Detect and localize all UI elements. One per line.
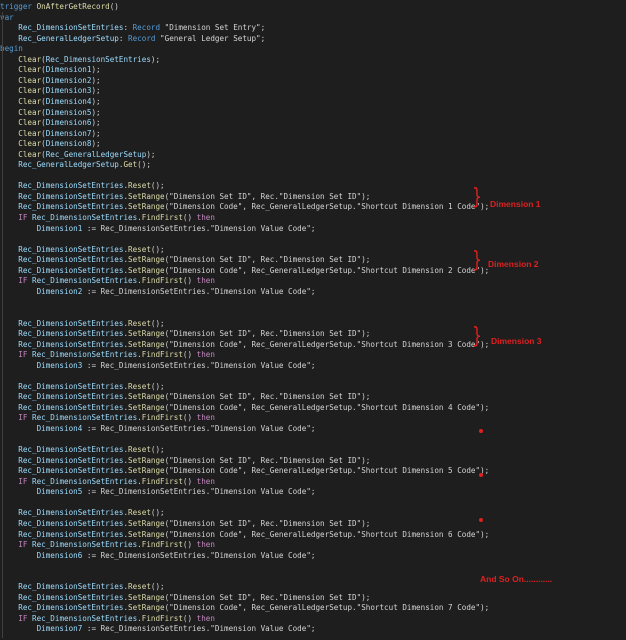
code-line: Clear(Dimension6); xyxy=(0,118,101,128)
code-line: Rec_DimensionSetEntries.Reset(); xyxy=(0,244,165,254)
indent-guide xyxy=(2,12,3,638)
code-line: Dimension6 := Rec_DimensionSetEntries."D… xyxy=(0,550,316,560)
code-line: Clear(Dimension7); xyxy=(0,128,101,138)
brace-dimension-3: } xyxy=(472,324,482,349)
code-line: Dimension7 := Rec_DimensionSetEntries."D… xyxy=(0,624,316,634)
code-line: Dimension2 := Rec_DimensionSetEntries."D… xyxy=(0,286,316,296)
code-line: Clear(Dimension2); xyxy=(0,75,101,85)
code-editor[interactable]: trigger OnAfterGetRecord() var Rec_Dimens… xyxy=(0,0,626,640)
code-line: IF Rec_DimensionSetEntries.FindFirst() t… xyxy=(0,613,215,623)
brace-dimension-2: } xyxy=(472,248,482,273)
code-line: Rec_GeneralLedgerSetup.Get(); xyxy=(0,160,151,170)
annotation-dimension-2: Dimension 2 xyxy=(488,259,539,269)
code-line: Clear(Dimension1); xyxy=(0,65,101,75)
code-line: Rec_DimensionSetEntries.SetRange("Dimens… xyxy=(0,339,490,349)
code-line: Rec_DimensionSetEntries.SetRange("Dimens… xyxy=(0,603,490,613)
code-line: Clear(Dimension8); xyxy=(0,139,101,149)
code-line: Rec_DimensionSetEntries.SetRange("Dimens… xyxy=(0,392,371,402)
code-line: Rec_DimensionSetEntries.Reset(); xyxy=(0,582,165,592)
code-line: Rec_DimensionSetEntries.SetRange("Dimens… xyxy=(0,265,490,275)
brace-dimension-1: } xyxy=(472,185,482,210)
code-line: IF Rec_DimensionSetEntries.FindFirst() t… xyxy=(0,213,215,222)
code-line: Dimension1 := Rec_DimensionSetEntries."D… xyxy=(0,223,316,233)
code-line: Rec_DimensionSetEntries.SetRange("Dimens… xyxy=(0,529,490,539)
code-line: Rec_DimensionSetEntries.SetRange("Dimens… xyxy=(0,592,371,602)
code-line: Rec_DimensionSetEntries.SetRange("Dimens… xyxy=(0,202,490,212)
code-line: Clear(Dimension5); xyxy=(0,107,101,117)
code-line: Dimension5 := Rec_DimensionSetEntries."D… xyxy=(0,487,316,497)
code-line: IF Rec_DimensionSetEntries.FindFirst() t… xyxy=(0,476,215,486)
code-line: Rec_DimensionSetEntries.SetRange("Dimens… xyxy=(0,402,490,412)
code-line: Rec_DimensionSetEntries.SetRange("Dimens… xyxy=(0,518,371,528)
code-line: Clear(Rec_DimensionSetEntries); xyxy=(0,54,161,64)
code-line: IF Rec_DimensionSetEntries.FindFirst() t… xyxy=(0,276,215,286)
code-line: Rec_DimensionSetEntries: Record "Dimensi… xyxy=(0,23,266,33)
code-line: IF Rec_DimensionSetEntries.FindFirst() t… xyxy=(0,350,215,360)
code-line: Rec_DimensionSetEntries.Reset(); xyxy=(0,508,165,518)
annotation-and-so-on: And So On............ xyxy=(480,574,553,584)
code-line: Dimension4 := Rec_DimensionSetEntries."D… xyxy=(0,424,316,433)
code-line: Rec_DimensionSetEntries.Reset(); xyxy=(0,318,165,328)
code-line: Clear(Dimension3); xyxy=(0,86,101,96)
annotation-dimension-3: Dimension 3 xyxy=(491,336,542,346)
code-line: Rec_DimensionSetEntries.Reset(); xyxy=(0,445,165,455)
code-line: begin xyxy=(0,44,23,54)
code-line: Dimension3 := Rec_DimensionSetEntries."D… xyxy=(0,360,316,370)
code-line: Rec_DimensionSetEntries.SetRange("Dimens… xyxy=(0,191,371,201)
code-line: Rec_DimensionSetEntries.Reset(); xyxy=(0,181,165,191)
annotation-dimension-1: Dimension 1 xyxy=(490,199,541,209)
code-line: Clear(Rec_GeneralLedgerSetup); xyxy=(0,149,156,159)
code-line: Rec_DimensionSetEntries.SetRange("Dimens… xyxy=(0,329,371,339)
code-line: Rec_DimensionSetEntries.SetRange("Dimens… xyxy=(0,466,490,476)
code-line: Rec_GeneralLedgerSetup: Record "General … xyxy=(0,33,266,43)
dot-marker-2 xyxy=(479,473,483,477)
dot-marker-1 xyxy=(479,429,483,433)
dot-marker-3 xyxy=(479,518,483,522)
code-line: IF Rec_DimensionSetEntries.FindFirst() t… xyxy=(0,413,215,423)
code-line: IF Rec_DimensionSetEntries.FindFirst() t… xyxy=(0,540,215,550)
code-line: trigger OnAfterGetRecord() xyxy=(0,2,119,11)
code-line: Rec_DimensionSetEntries.Reset(); xyxy=(0,381,165,391)
code-line: Rec_DimensionSetEntries.SetRange("Dimens… xyxy=(0,255,371,265)
code-line: Rec_DimensionSetEntries.SetRange("Dimens… xyxy=(0,455,371,465)
code-line: Clear(Dimension4); xyxy=(0,96,101,106)
